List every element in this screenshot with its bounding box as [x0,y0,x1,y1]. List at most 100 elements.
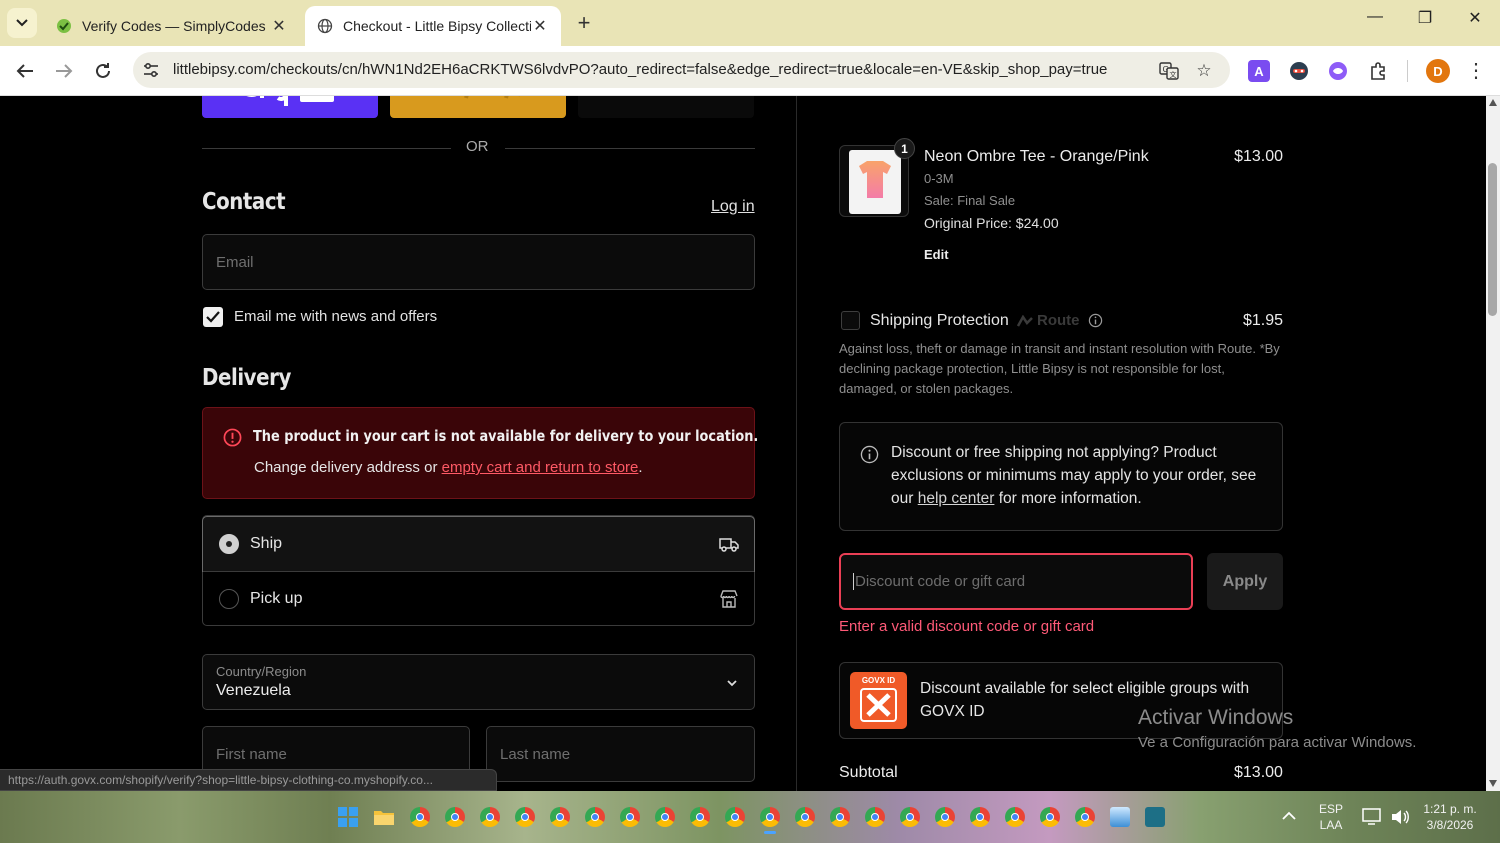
extensions-puzzle-icon[interactable] [1367,60,1389,82]
taskbar-chrome-icon[interactable] [935,807,955,827]
extension-a-icon[interactable]: A [1248,60,1270,82]
scroll-down-arrow-icon[interactable] [1489,780,1497,787]
arrow-left-icon [16,64,33,78]
chrome-center-icon [556,813,564,821]
tab-close-icon[interactable]: ✕ [531,16,549,36]
ship-option[interactable]: Ship [202,516,755,572]
first-name-placeholder: First name [216,746,287,763]
taskbar-chrome-icon[interactable] [970,807,990,827]
active-app-indicator [764,831,776,834]
newsletter-checkbox[interactable] [203,307,223,327]
last-name-field[interactable]: Last name [486,726,755,782]
shipping-protection-checkbox[interactable] [841,311,860,330]
divider-left [202,148,451,149]
globe-icon [317,18,333,34]
taskbar-chrome-icon[interactable] [1040,807,1060,827]
newsletter-label[interactable]: Email me with news and offers [234,308,437,325]
file-explorer-icon[interactable] [374,808,394,826]
taskbar-chrome-icon[interactable] [760,807,780,834]
or-divider-text: OR [466,138,489,155]
chrome-center-icon [416,813,424,821]
chrome-center-icon [696,813,704,821]
route-icon [1017,314,1033,327]
product-size: 0-3M [924,171,954,186]
taskbar-chrome-icon[interactable] [725,807,745,827]
info-icon[interactable] [1088,313,1103,328]
shop-pay-button[interactable] [202,96,378,118]
tab-search-button[interactable] [7,8,37,38]
paypal-button[interactable] [390,96,566,118]
tab-verify-codes[interactable]: Verify Codes — SimplyCodes ✕ [44,6,300,46]
extension-swirl-icon[interactable] [1327,60,1349,82]
taskbar-chrome-icon[interactable] [655,807,675,827]
chrome-center-icon [661,813,669,821]
taskbar-chrome-icon[interactable] [900,807,920,827]
empty-cart-link[interactable]: empty cart and return to store [442,459,639,476]
browser-tab-bar: Verify Codes — SimplyCodes ✕ Checkout - … [0,0,1500,46]
edit-item-link[interactable]: Edit [924,247,949,262]
close-window-button[interactable]: ✕ [1450,8,1500,28]
clock-date: 3/8/2026 [1426,818,1474,832]
clock-time: 1:21 p. m. [1423,802,1477,816]
taskbar-chrome-icon[interactable] [865,807,885,827]
taskbar-chrome-icon[interactable] [550,807,570,827]
taskbar-chrome-icon[interactable] [410,807,430,827]
taskbar-chrome-icon[interactable] [690,807,710,827]
tab-close-icon[interactable]: ✕ [270,16,288,36]
scrollbar-thumb[interactable] [1488,163,1497,316]
help-center-link[interactable]: help center [918,490,995,507]
taskbar-chrome-icon[interactable] [1005,807,1025,827]
forward-button[interactable] [51,58,77,84]
taskbar-chrome-icon[interactable] [585,807,605,827]
restore-button[interactable]: ❐ [1400,8,1450,28]
taskbar-chrome-icon[interactable] [830,807,850,827]
clock[interactable]: 1:21 p. m. 3/8/2026 [1418,801,1482,833]
new-tab-button[interactable]: + [572,10,596,36]
shipping-protection-label[interactable]: Shipping Protection [870,312,1009,330]
page-scrollbar[interactable] [1486,96,1500,791]
pickup-radio[interactable] [219,589,239,609]
language-indicator[interactable]: ESP LAA [1312,801,1350,833]
taskbar-chrome-icon[interactable] [620,807,640,827]
delivery-heading: Delivery [202,365,291,391]
taskbar-app-x-icon[interactable] [1145,807,1165,827]
profile-avatar[interactable]: D [1426,59,1450,83]
minimize-button[interactable]: — [1350,8,1400,26]
back-button[interactable] [12,58,38,84]
discount-code-input[interactable]: Discount code or gift card [839,553,1193,610]
taskbar-chrome-icon[interactable] [1075,807,1095,827]
taskbar-chrome-icon[interactable] [795,807,815,827]
extension-mask-icon[interactable] [1288,60,1310,82]
volume-icon[interactable] [1390,808,1410,826]
translate-icon[interactable]: G文 [1158,60,1180,82]
login-link[interactable]: Log in [711,198,755,216]
address-bar[interactable]: littlebipsy.com/checkouts/cn/hWN1Nd2EH6a… [133,52,1230,88]
apply-discount-button[interactable]: Apply [1207,553,1283,610]
discount-notice-suffix: for more information. [994,490,1142,507]
scroll-up-arrow-icon[interactable] [1489,99,1497,106]
windows-start-icon[interactable] [338,807,358,827]
chrome-center-icon [486,813,494,821]
browser-menu-icon[interactable]: ⋮ [1466,58,1486,83]
gpay-button[interactable] [578,96,754,118]
taskbar-chrome-icon[interactable] [445,807,465,827]
divider-right [505,148,755,149]
taskbar-chrome-icon[interactable] [515,807,535,827]
chevron-up-icon[interactable] [1282,811,1296,821]
reload-button[interactable] [90,58,116,84]
bookmark-star-icon[interactable]: ☆ [1193,60,1215,82]
subtotal-label: Subtotal [839,764,898,781]
ship-radio[interactable] [219,534,239,554]
url-text[interactable]: littlebipsy.com/checkouts/cn/hWN1Nd2EH6a… [173,61,1107,78]
chrome-center-icon [1046,813,1054,821]
network-icon[interactable] [1362,807,1384,827]
pickup-option[interactable]: Pick up [203,571,754,626]
site-settings-icon[interactable] [141,60,161,80]
govx-logo: GOVX ID [850,672,907,729]
quantity-badge: 1 [894,138,915,159]
tab-checkout[interactable]: Checkout - Little Bipsy Collectio ✕ [305,6,561,46]
taskbar-chrome-icon[interactable] [480,807,500,827]
country-select[interactable]: Country/Region Venezuela [202,654,755,710]
email-field[interactable]: Email [202,234,755,290]
taskbar-vpn-icon[interactable] [1110,807,1130,827]
